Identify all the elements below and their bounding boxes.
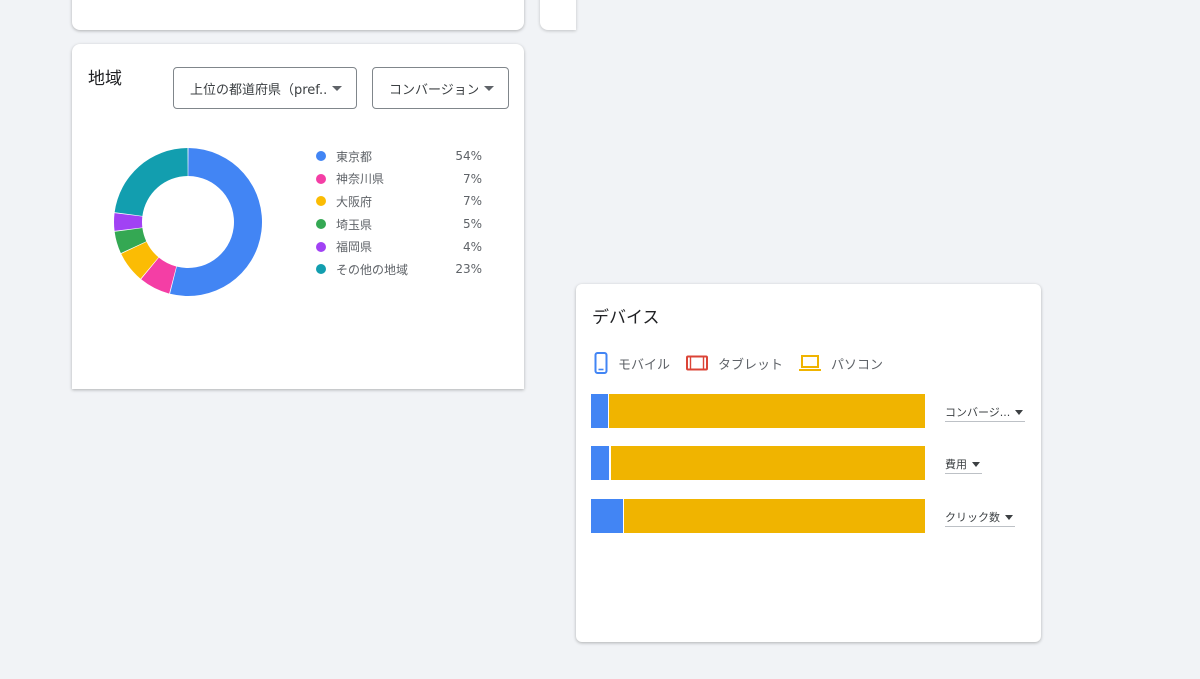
device-legend-label: タブレット: [718, 357, 784, 373]
legend-name: その他の地域: [336, 262, 409, 277]
region-card: 地域 上位の都道府県（pref... コンバージョン 東京都 54% 神奈川県 …: [72, 44, 524, 389]
legend-dot: [316, 151, 326, 162]
device-legend-label: パソコン: [831, 357, 884, 373]
caret-down-icon: [972, 461, 980, 467]
device-legend-tablet: タブレット: [686, 354, 783, 373]
legend-pct: 7%: [462, 194, 482, 209]
metric-select[interactable]: クリック数: [945, 508, 1015, 527]
device-bar-row: 費用: [591, 446, 1031, 480]
legend-pct: 4%: [462, 239, 482, 254]
dimension-dropdown-label: 上位の都道府県（pref...: [190, 82, 326, 98]
metric-select-label: コンバージ...: [945, 406, 1011, 419]
legend-dot: [316, 264, 326, 275]
device-bar-row: コンバージ...: [591, 394, 1031, 428]
donut-slice: [114, 148, 188, 216]
device-legend: モバイル タブレット パソコン: [594, 352, 899, 374]
legend-dot: [316, 196, 326, 207]
caret-down-icon: [1015, 409, 1024, 415]
region-legend: 東京都 54% 神奈川県 7% 大阪府 7% 埼玉県 5% 福岡県 4% その他…: [316, 145, 482, 281]
device-legend-mobile: モバイル: [594, 352, 670, 374]
legend-pct: 7%: [462, 171, 482, 186]
laptop-icon: [799, 355, 822, 371]
bar-segment-desktop: [611, 446, 925, 480]
legend-item: 神奈川県 7%: [316, 168, 482, 191]
legend-pct: 54%: [455, 149, 482, 164]
previous-card-bottom: [72, 0, 524, 30]
region-donut-chart: [114, 148, 262, 296]
legend-item: 埼玉県 5%: [316, 213, 482, 236]
device-bar-row: クリック数: [591, 499, 1031, 533]
mobile-icon: [594, 352, 608, 374]
legend-name: 神奈川県: [336, 172, 385, 187]
caret-down-icon: [1005, 514, 1013, 520]
metric-select[interactable]: コンバージ...: [945, 403, 1026, 422]
legend-name: 福岡県: [336, 240, 373, 255]
bar-segment-desktop: [609, 394, 925, 428]
stacked-bar: [591, 394, 925, 428]
metric-dropdown-label: コンバージョン: [389, 82, 478, 98]
stacked-bar: [591, 499, 925, 533]
metric-dropdown[interactable]: コンバージョン: [372, 67, 509, 109]
legend-pct: 23%: [455, 262, 482, 277]
bar-segment-mobile: [591, 394, 608, 428]
bar-segment-desktop: [624, 499, 925, 533]
page: 地域 上位の都道府県（pref... コンバージョン 東京都 54% 神奈川県 …: [0, 0, 1200, 679]
metric-select-label: 費用: [945, 458, 967, 471]
device-legend-label: モバイル: [618, 357, 671, 373]
legend-name: 埼玉県: [336, 217, 373, 232]
legend-dot: [316, 219, 326, 230]
legend-pct: 5%: [462, 217, 482, 232]
legend-item: その他の地域 23%: [316, 258, 482, 281]
stacked-bar: [591, 446, 925, 480]
caret-down-icon: [332, 85, 342, 91]
bar-segment-mobile: [591, 446, 610, 480]
device-card: デバイス モバイル タブレット パソコン コンバージ... 費用 クリック数: [576, 284, 1041, 642]
device-legend-desktop: パソコン: [799, 354, 883, 373]
caret-down-icon: [484, 85, 494, 91]
tablet-icon: [686, 355, 709, 371]
metric-select[interactable]: 費用: [945, 455, 982, 474]
dimension-dropdown[interactable]: 上位の都道府県（pref...: [173, 67, 357, 109]
legend-item: 東京都 54%: [316, 145, 482, 168]
bar-segment-mobile: [591, 499, 623, 533]
legend-item: 大阪府 7%: [316, 190, 482, 213]
legend-item: 福岡県 4%: [316, 235, 482, 258]
legend-dot: [316, 241, 326, 252]
adjacent-card-edge: [540, 0, 576, 30]
donut-slice: [114, 213, 143, 231]
region-card-title: 地域: [88, 69, 122, 89]
metric-select-label: クリック数: [945, 511, 1000, 524]
device-card-title: デバイス: [592, 308, 660, 328]
legend-name: 大阪府: [336, 194, 373, 209]
legend-name: 東京都: [336, 149, 373, 164]
legend-dot: [316, 173, 326, 184]
